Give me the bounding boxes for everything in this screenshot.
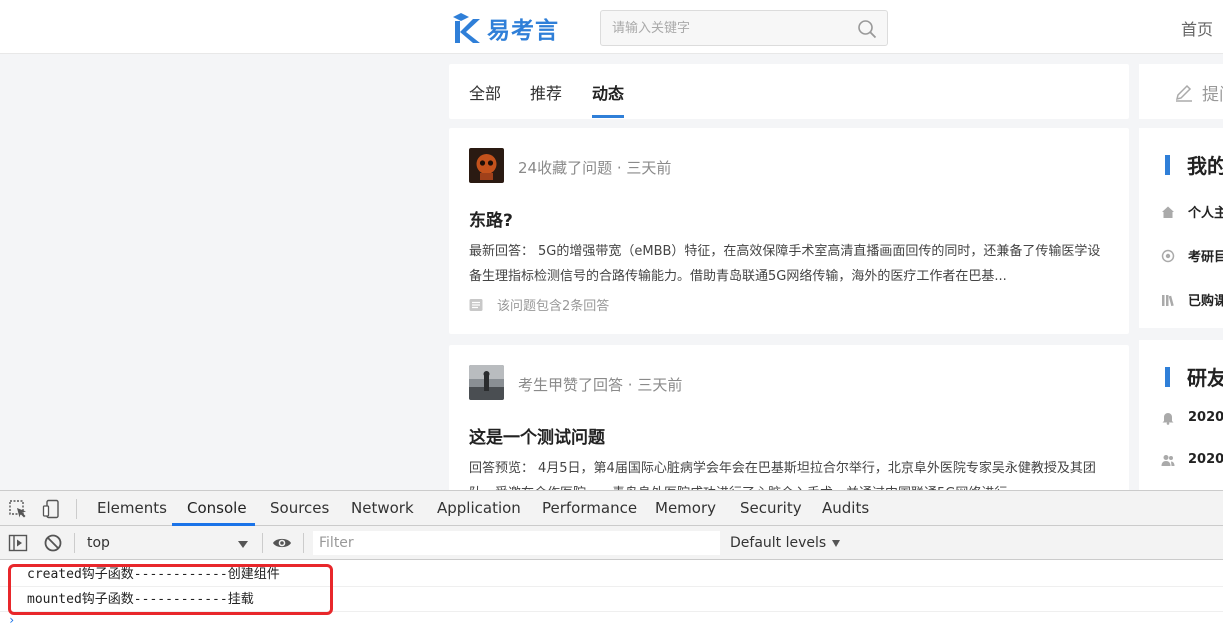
nav-home-link[interactable]: 首页 <box>1181 16 1213 40</box>
document-icon <box>469 298 483 311</box>
console-prompt-icon[interactable]: › <box>8 614 15 625</box>
toolbar-divider <box>76 499 77 519</box>
clear-console-icon[interactable] <box>43 533 63 553</box>
devtools-tab-network[interactable]: Network <box>351 491 414 526</box>
devtools-tab-memory[interactable]: Memory <box>655 491 716 526</box>
devtools-tab-elements[interactable]: Elements <box>97 491 167 526</box>
ask-question-label: 提问 <box>1202 85 1223 105</box>
eye-icon[interactable] <box>272 533 292 553</box>
tab-recommend[interactable]: 推荐 <box>530 80 562 118</box>
meta-separator: · <box>627 376 638 394</box>
meta-separator: · <box>616 159 627 177</box>
panel-title: 我的 <box>1165 150 1223 179</box>
avatar[interactable] <box>469 148 504 183</box>
sidebar-item-home[interactable]: 个人主页 <box>1161 202 1223 221</box>
sidebar-item-label: 2020 <box>1188 410 1223 425</box>
dropdown-arrow-icon <box>238 541 248 548</box>
sidebar-item-courses[interactable]: 已购课程 <box>1161 290 1223 309</box>
device-toolbar-icon[interactable] <box>42 499 62 519</box>
sidebar-item-label: 考研目标 <box>1188 250 1223 265</box>
sidebar-item-label: 已购课程 <box>1188 294 1223 309</box>
users-icon <box>1161 454 1175 466</box>
bell-icon <box>1162 412 1174 425</box>
ask-question-button[interactable]: 提问 <box>1139 64 1223 119</box>
devtools-tabbar: Elements Console Sources Network Applica… <box>0 491 1223 526</box>
sidebar-item-target[interactable]: 考研目标 <box>1161 246 1223 265</box>
tab-activity[interactable]: 动态 <box>592 80 625 118</box>
activity-time: 三天前 <box>626 159 672 177</box>
devtools-tab-performance[interactable]: Performance <box>542 491 637 526</box>
my-panel: 我的 个人主页 考研目标 已购课程 <box>1139 128 1223 328</box>
logo-text: 易考言 <box>487 17 559 44</box>
console-filter-input[interactable] <box>313 531 720 555</box>
feed-item: 24收藏了问题 · 三天前 东路? 最新回答： 5G的增强带宽（eMBB）特征，在… <box>449 128 1129 334</box>
excerpt-label: 回答预览： <box>469 461 535 476</box>
title-accent-bar <box>1165 154 1170 175</box>
toolbar-divider <box>262 533 263 553</box>
log-levels-dropdown[interactable]: Default levels <box>730 531 841 555</box>
activity-user-action[interactable]: 24收藏了问题 <box>518 159 612 177</box>
feed-item: 考生甲赞了回答 · 三天前 这是一个测试问题 回答预览： 4月5日，第4届国际心脏… <box>449 345 1129 505</box>
sidebar-item-label: 个人主页 <box>1188 206 1223 221</box>
target-icon <box>1161 249 1175 262</box>
devtools-tab-console[interactable]: Console <box>187 491 247 526</box>
excerpt-text: 5G的增强带宽（eMBB）特征，在高效保障手术室高清直播画面回传的同时，还兼备了… <box>469 244 1101 284</box>
activity-user-action[interactable]: 考生甲赞了回答 <box>518 376 623 394</box>
devtools-tab-security[interactable]: Security <box>740 491 802 526</box>
answer-excerpt[interactable]: 最新回答： 5G的增强带宽（eMBB）特征，在高效保障手术室高清直播画面回传的同时… <box>469 239 1109 289</box>
devtools-tab-audits[interactable]: Audits <box>822 491 869 526</box>
logo[interactable]: 易考言 <box>451 11 559 45</box>
logo-k-icon <box>453 13 480 43</box>
devtools-tab-application[interactable]: Application <box>437 491 521 526</box>
context-select-value: top <box>87 535 110 551</box>
excerpt-label: 最新回答： <box>469 244 535 259</box>
sidebar-item-label: 2020 <box>1188 452 1223 467</box>
activity-meta: 24收藏了问题 · 三天前 <box>518 157 671 178</box>
answer-count-text: 该问题包含2条回答 <box>497 299 610 314</box>
friends-panel: 研友 2020 2020 <box>1139 340 1223 500</box>
toolbar-divider <box>303 533 304 553</box>
tab-all[interactable]: 全部 <box>469 80 501 118</box>
answer-count[interactable]: 该问题包含2条回答 <box>469 295 609 314</box>
books-icon <box>1162 294 1174 306</box>
inspect-element-icon[interactable] <box>8 499 28 519</box>
search-icon[interactable] <box>857 19 877 39</box>
panel-title-text: 我的 <box>1187 154 1223 178</box>
toolbar-divider <box>74 533 75 553</box>
dropdown-arrow-icon <box>832 539 841 547</box>
title-accent-bar <box>1165 366 1170 387</box>
home-icon <box>1162 206 1174 218</box>
context-select[interactable]: top <box>78 530 254 556</box>
panel-title: 研友 <box>1165 362 1223 391</box>
search-input[interactable] <box>601 11 841 45</box>
devtools-tab-sources[interactable]: Sources <box>270 491 329 526</box>
question-title[interactable]: 这是一个测试问题 <box>469 423 605 448</box>
activity-time: 三天前 <box>637 376 683 394</box>
annotation-highlight-box <box>8 564 333 615</box>
search-box <box>600 10 888 46</box>
feed-tabs: 全部 推荐 动态 <box>449 64 1129 119</box>
sidebar-item-year[interactable]: 2020 <box>1161 452 1223 467</box>
question-title[interactable]: 东路? <box>469 206 513 231</box>
console-toolbar: top Default levels <box>0 526 1223 560</box>
site-header: 易考言 首页 <box>0 0 1223 54</box>
sidebar-item-year[interactable]: 2020 <box>1161 410 1223 425</box>
pen-icon <box>1175 84 1192 102</box>
log-levels-label: Default levels <box>730 535 827 551</box>
show-sidebar-icon[interactable] <box>8 533 28 553</box>
panel-title-text: 研友 <box>1187 366 1223 390</box>
activity-meta: 考生甲赞了回答 · 三天前 <box>518 374 682 395</box>
avatar[interactable] <box>469 365 504 400</box>
devtools-panel: Elements Console Sources Network Applica… <box>0 490 1223 625</box>
